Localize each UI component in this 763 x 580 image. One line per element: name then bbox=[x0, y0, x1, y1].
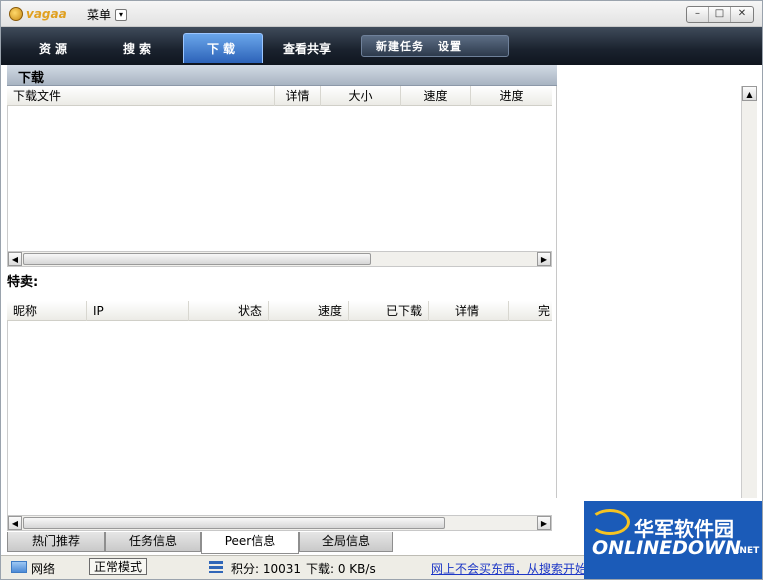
peer-list[interactable] bbox=[7, 321, 552, 515]
tab-view-shares[interactable]: 查看共享 bbox=[267, 33, 347, 63]
stats-icon bbox=[209, 561, 223, 573]
chevron-down-icon: ▾ bbox=[115, 8, 128, 21]
column-header[interactable]: 进度 bbox=[471, 86, 552, 106]
logo-mark-icon bbox=[9, 7, 23, 21]
mode-button[interactable]: 正常模式 bbox=[89, 558, 148, 575]
scroll-thumb[interactable] bbox=[23, 517, 445, 529]
menu-label: 菜单 bbox=[87, 8, 112, 22]
column-header[interactable]: 完 bbox=[509, 301, 552, 321]
minimize-button[interactable]: – bbox=[687, 7, 709, 22]
right-panel-vertical-scrollbar[interactable]: ▲ bbox=[741, 86, 757, 498]
onlinedown-watermark: 华军软件园 ONLINEDOWN .NET bbox=[584, 501, 762, 579]
watermark-en: ONLINEDOWN bbox=[592, 537, 741, 559]
scroll-right-icon[interactable]: ▶ bbox=[537, 252, 551, 266]
watermark-net: .NET bbox=[736, 546, 760, 556]
download-section-header: 下载 bbox=[7, 65, 557, 86]
peer-horizontal-scrollbar[interactable]: ◀ ▶ bbox=[7, 515, 552, 531]
network-icon bbox=[11, 561, 27, 573]
tab-resources[interactable]: 资源 bbox=[15, 33, 95, 63]
download-list[interactable] bbox=[7, 106, 552, 251]
task-settings-group: 新建任务 设置 bbox=[361, 35, 509, 57]
tab-peer-info[interactable]: Peer信息 bbox=[201, 532, 299, 554]
column-header[interactable]: 状态 bbox=[189, 301, 269, 321]
column-header[interactable]: IP bbox=[87, 301, 189, 321]
vagaa-logo: vagaa bbox=[9, 5, 67, 23]
main-tab-bar: 资源 搜索 下载 查看共享 新建任务 设置 bbox=[1, 27, 762, 65]
new-task-button[interactable]: 新建任务 bbox=[362, 38, 424, 54]
restore-button[interactable]: □ bbox=[709, 7, 731, 22]
right-info-panel bbox=[556, 86, 741, 498]
tab-task-info[interactable]: 任务信息 bbox=[105, 532, 201, 552]
column-header[interactable]: 下载文件 bbox=[7, 86, 275, 106]
column-header[interactable]: 速度 bbox=[269, 301, 349, 321]
column-header[interactable]: 速度 bbox=[401, 86, 471, 106]
column-header[interactable]: 昵称 bbox=[7, 301, 87, 321]
tab-search[interactable]: 搜索 bbox=[99, 33, 179, 63]
tab-global-info[interactable]: 全局信息 bbox=[299, 532, 393, 552]
close-button[interactable]: ✕ bbox=[731, 7, 753, 22]
network-label: 网络 bbox=[31, 562, 56, 576]
tab-download[interactable]: 下载 bbox=[183, 33, 263, 63]
download-speed: 下载: 0 KB/s bbox=[306, 562, 376, 576]
scroll-left-icon[interactable]: ◀ bbox=[8, 516, 22, 530]
column-header[interactable]: 大小 bbox=[321, 86, 401, 106]
special-section-label: 特卖: bbox=[7, 275, 39, 290]
title-bar: vagaa 菜单 ▾ – □ ✕ bbox=[1, 1, 762, 27]
tab-hot-recommend[interactable]: 热门推荐 bbox=[7, 532, 105, 552]
peer-column-headers: 昵称 IP 状态 速度 已下载 详情 完 bbox=[7, 301, 552, 321]
window-controls: – □ ✕ bbox=[686, 6, 754, 23]
column-header[interactable]: 详情 bbox=[275, 86, 321, 106]
download-column-headers: 下载文件 详情 大小 速度 进度 bbox=[7, 86, 552, 106]
settings-button[interactable]: 设置 bbox=[424, 38, 462, 54]
main-menu-button[interactable]: 菜单 ▾ bbox=[87, 6, 128, 23]
points-value: 积分: 10031 bbox=[231, 562, 302, 576]
bottom-tab-bar: 热门推荐 任务信息 Peer信息 全局信息 bbox=[7, 532, 393, 554]
scroll-left-icon[interactable]: ◀ bbox=[8, 252, 22, 266]
scroll-right-icon[interactable]: ▶ bbox=[537, 516, 551, 530]
column-header[interactable]: 已下载 bbox=[349, 301, 429, 321]
ad-ticker-link[interactable]: 网上不会买东西，从搜索开始 bbox=[431, 560, 587, 577]
scroll-thumb[interactable] bbox=[23, 253, 371, 265]
swirl-logo-icon bbox=[590, 509, 630, 535]
column-header[interactable]: 详情 bbox=[429, 301, 509, 321]
scroll-up-icon[interactable]: ▲ bbox=[742, 86, 757, 101]
app-window: vagaa 菜单 ▾ – □ ✕ 资源 搜索 下载 查看共享 新建任务 设置 下… bbox=[0, 0, 763, 580]
logo-text: vagaa bbox=[26, 7, 67, 21]
download-horizontal-scrollbar[interactable]: ◀ ▶ bbox=[7, 251, 552, 267]
